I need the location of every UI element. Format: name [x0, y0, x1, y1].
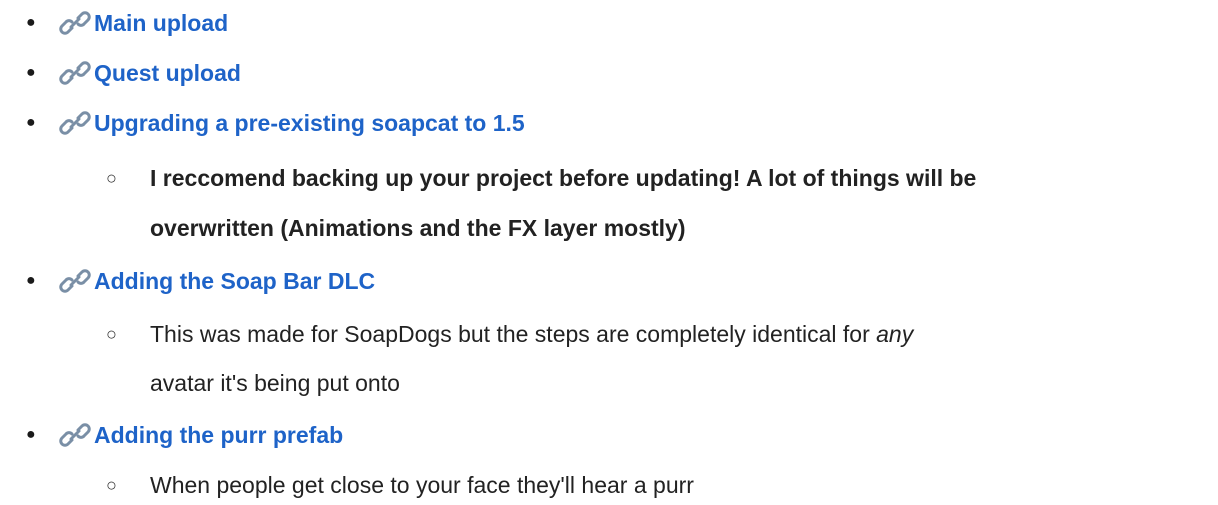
purr-note-line1: When people get close to your face they'…: [150, 472, 694, 498]
sub-bullet-marker: ○: [106, 168, 117, 188]
main-upload-label: Main upload: [94, 10, 229, 36]
upgrading-soapcat-label: Upgrading a pre-existing soapcat to 1.5: [94, 110, 525, 136]
bullet-marker: ●: [26, 114, 36, 131]
link-chain-icon: [59, 111, 91, 135]
purr-prefab-link[interactable]: Adding the purr prefab: [58, 418, 343, 452]
soap-bar-note-line1: This was made for SoapDogs but the steps…: [150, 314, 913, 354]
main-upload-link[interactable]: Main upload: [58, 6, 228, 40]
bullet-marker: ●: [26, 272, 36, 289]
purr-prefab-label: Adding the purr prefab: [94, 422, 344, 448]
sub-bullet-marker: ○: [106, 475, 117, 495]
upgrading-soapcat-link[interactable]: Upgrading a pre-existing soapcat to 1.5: [58, 106, 525, 140]
quest-upload-label: Quest upload: [94, 60, 241, 86]
link-chain-icon: [59, 269, 91, 293]
soap-bar-note-emphasis: any: [876, 321, 914, 347]
quest-upload-link[interactable]: Quest upload: [58, 56, 241, 90]
soap-bar-dlc-label: Adding the Soap Bar DLC: [94, 268, 376, 294]
backup-warning-line1: I reccomend backing up your project befo…: [150, 165, 977, 191]
soap-bar-note-text: This was made for SoapDogs but the steps…: [150, 321, 877, 347]
bullet-marker: ●: [26, 64, 36, 81]
soap-bar-dlc-link[interactable]: Adding the Soap Bar DLC: [58, 264, 375, 298]
link-chain-icon: [59, 11, 91, 35]
document-body: ● Main upload ● Quest upload ● Upgrading…: [0, 0, 1218, 498]
link-chain-icon: [59, 423, 91, 447]
bullet-marker: ●: [26, 426, 36, 443]
soap-bar-note-line2: avatar it's being put onto: [150, 370, 400, 396]
link-chain-icon: [59, 61, 91, 85]
backup-warning-line2: overwritten (Animations and the FX layer…: [150, 215, 686, 241]
bullet-marker: ●: [26, 14, 36, 31]
sub-bullet-marker: ○: [106, 324, 117, 344]
